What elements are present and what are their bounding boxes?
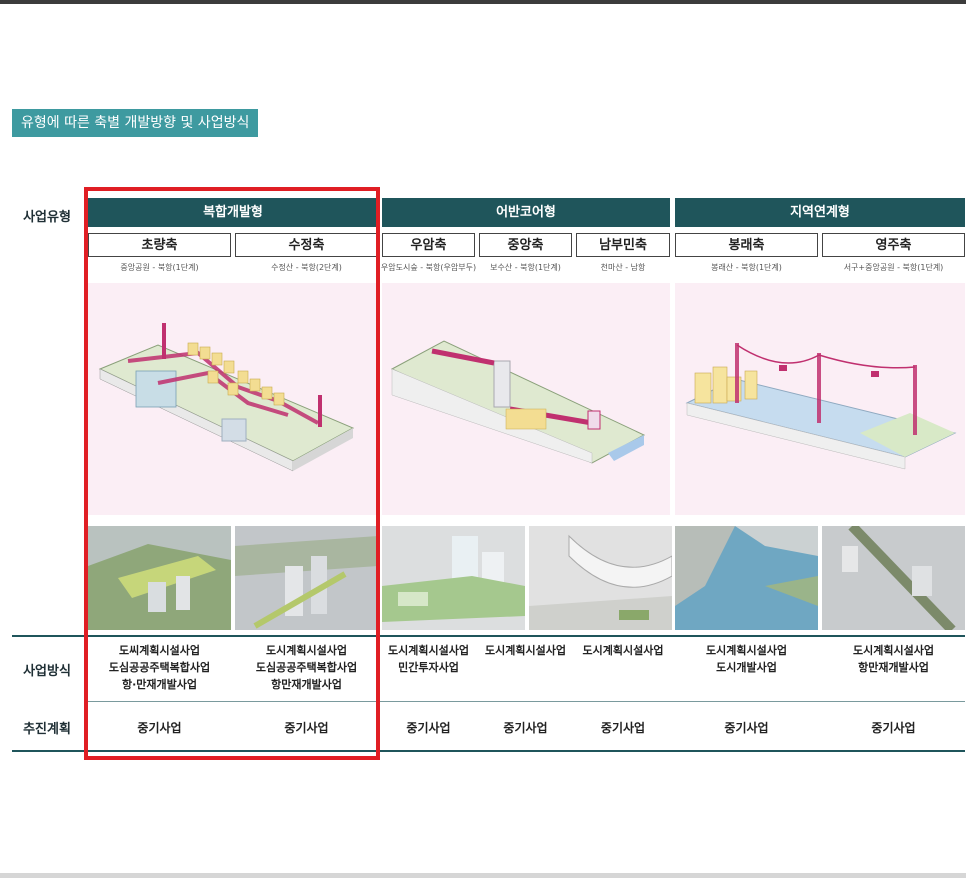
axis-name-uam: 우암축: [382, 233, 475, 257]
isometric-skybridge-diagram-icon: [390, 340, 646, 464]
photo-jungang-nambumin: [529, 526, 672, 630]
axis-sub-nambumin: 천마산 - 남항: [600, 263, 646, 272]
diagram-regional: [675, 283, 965, 515]
axis-sub-uam: 우암도시숲 - 북항(우암부두): [380, 263, 477, 272]
method-bongrae: 도시계획시설사업 도시개발사업: [706, 644, 787, 674]
isometric-cable-car-diagram-icon: [685, 343, 957, 470]
aerial-render-yeongju-icon: [822, 526, 965, 630]
aerial-render-uam-icon: [382, 526, 525, 630]
axis-sub-yeongju: 서구+중앙공원 - 북항(1단계): [843, 263, 944, 272]
plan-uam: 중기사업: [406, 721, 451, 735]
row-label-plan: 추진계획: [23, 722, 71, 737]
type-header-regional: 지역연계형: [675, 198, 965, 227]
aerial-render-nambumin-icon: [529, 526, 672, 630]
photo-bongrae: [675, 526, 818, 630]
photo-yeongju: [822, 526, 965, 630]
plan-bongrae: 중기사업: [724, 721, 769, 735]
axis-name-bongrae: 봉래축: [675, 233, 818, 257]
aerial-render-bongrae-icon: [675, 526, 818, 630]
page-title: 유형에 따른 축별 개발방향 및 사업방식: [12, 109, 259, 137]
top-bar: [0, 0, 966, 4]
highlight-box: [84, 187, 380, 760]
row-label-type: 사업유형: [23, 210, 71, 225]
bottom-bar: [0, 873, 966, 878]
axis-sub-jungang: 보수산 - 북항(1단계): [490, 263, 561, 272]
diagram-urban-core: [382, 283, 670, 515]
axis-name-jungang: 중앙축: [479, 233, 572, 257]
axis-name-nambumin: 남부민축: [576, 233, 670, 257]
plan-jungang: 중기사업: [503, 721, 548, 735]
row-label-method: 사업방식: [23, 664, 71, 679]
axis-name-yeongju: 영주축: [822, 233, 965, 257]
method-yeongju: 도시계획시설사업 항만재개발사업: [853, 644, 934, 674]
method-jungang: 도시계획시설사업: [485, 644, 566, 657]
plan-yeongju: 중기사업: [871, 721, 916, 735]
method-uam: 도시계획시설사업 민간투자사업: [388, 644, 469, 674]
type-header-urban-core: 어반코어형: [382, 198, 670, 227]
photo-uam: [382, 526, 525, 630]
plan-nambumin: 중기사업: [600, 721, 646, 735]
method-nambumin: 도시계획시설사업: [582, 644, 664, 657]
axis-sub-bongrae: 봉래산 - 북항(1단계): [711, 263, 782, 272]
